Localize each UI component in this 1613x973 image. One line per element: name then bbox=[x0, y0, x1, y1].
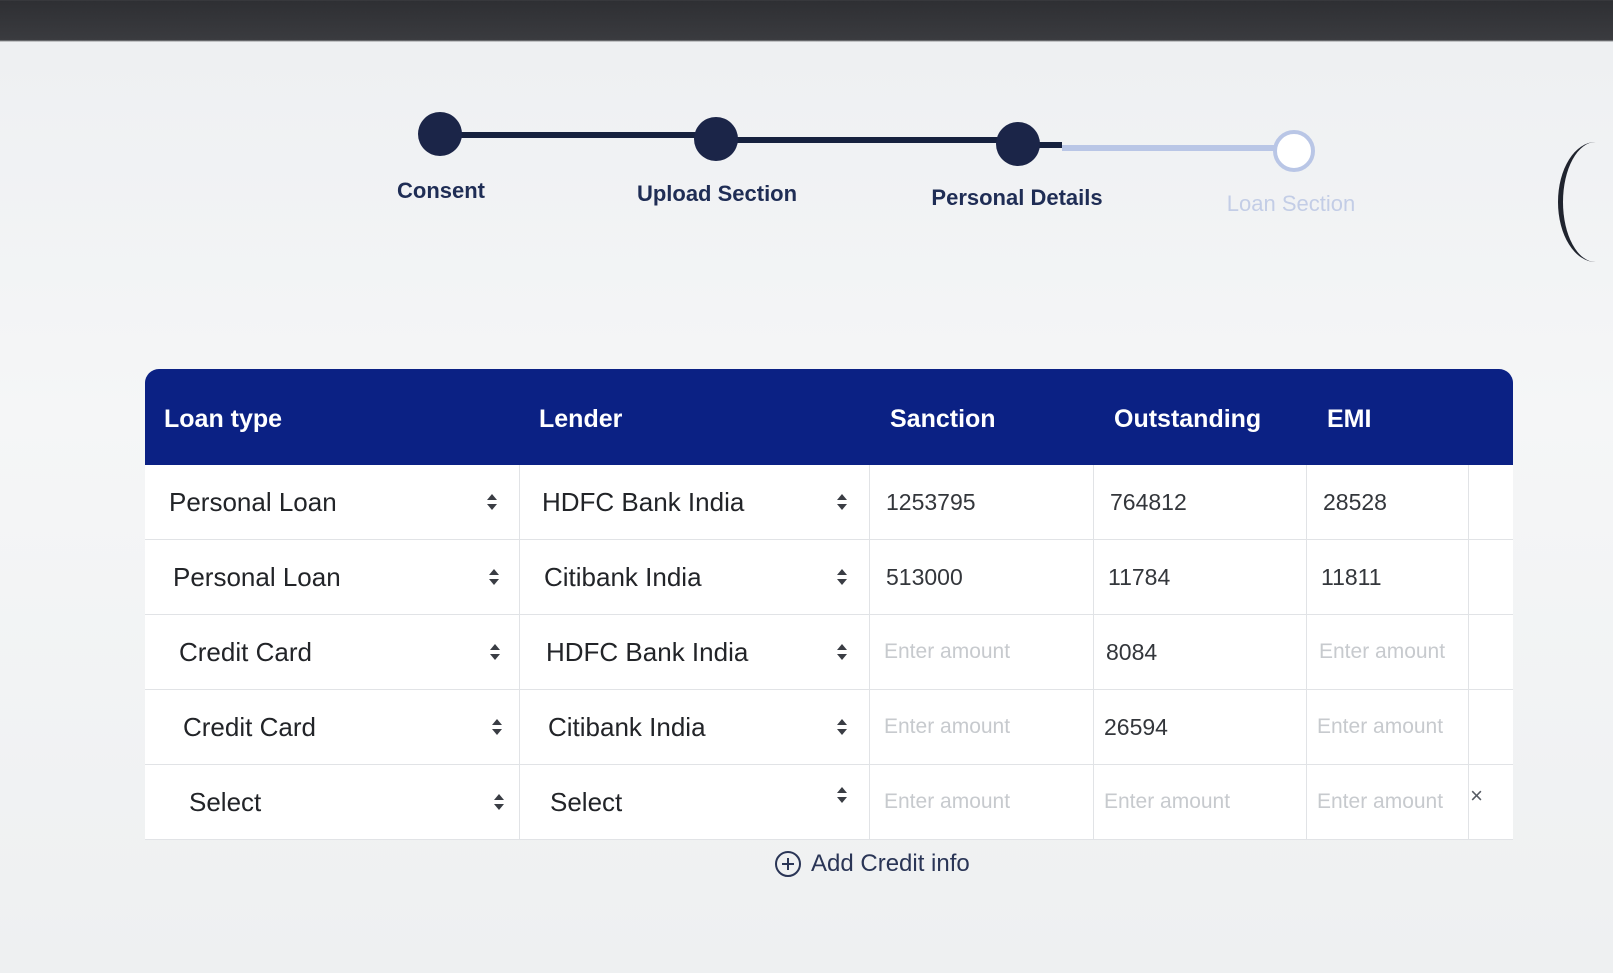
outstanding-input[interactable]: 26594 bbox=[1094, 690, 1307, 764]
app-screen: Consent Upload Section Personal Details … bbox=[0, 42, 1613, 973]
sanction-value: 1253795 bbox=[886, 488, 976, 515]
credit-table: Loan type Lender Sanction Outstanding EM… bbox=[145, 369, 1513, 840]
sanction-placeholder: Enter amount bbox=[884, 640, 1011, 663]
table-row: Credit Card Citibank India Enter amount … bbox=[145, 690, 1513, 765]
step-connector bbox=[716, 137, 1018, 143]
sort-arrows-icon bbox=[490, 644, 500, 660]
sanction-input[interactable]: 513000 bbox=[870, 540, 1094, 614]
emi-value: 28528 bbox=[1323, 488, 1387, 515]
progress-stepper: Consent Upload Section Personal Details … bbox=[0, 42, 1613, 282]
sanction-value: 513000 bbox=[886, 563, 963, 590]
lender-value: Select bbox=[550, 786, 623, 817]
step-label-upload-section[interactable]: Upload Section bbox=[637, 181, 797, 207]
header-sanction: Sanction bbox=[890, 405, 996, 433]
emi-input[interactable]: Enter amount bbox=[1307, 615, 1469, 689]
table-body: Personal Loan HDFC Bank India 1253795 76… bbox=[145, 465, 1513, 840]
sort-arrows-icon bbox=[494, 794, 504, 810]
emi-input[interactable]: 28528 bbox=[1307, 465, 1469, 539]
header-outstanding: Outstanding bbox=[1114, 405, 1262, 433]
sort-arrows-icon bbox=[489, 569, 499, 585]
sort-arrows-icon bbox=[487, 494, 497, 510]
lender-select[interactable]: Citibank India bbox=[520, 540, 870, 614]
outstanding-value: 26594 bbox=[1104, 713, 1168, 740]
table-header: Loan type Lender Sanction Outstanding EM… bbox=[145, 369, 1513, 465]
sanction-input[interactable]: Enter amount bbox=[870, 615, 1094, 689]
sanction-input[interactable]: 1253795 bbox=[870, 465, 1094, 539]
step-label-consent[interactable]: Consent bbox=[397, 178, 485, 204]
loan-type-value: Credit Card bbox=[183, 711, 316, 742]
outstanding-value: 11784 bbox=[1108, 563, 1171, 590]
sort-arrows-icon bbox=[837, 569, 847, 585]
sort-arrows-icon bbox=[837, 787, 847, 803]
lender-value: HDFC Bank India bbox=[546, 636, 749, 667]
lender-select[interactable]: Citibank India bbox=[520, 690, 870, 764]
step-dot-loan-section[interactable] bbox=[1273, 130, 1315, 172]
header-loan-type: Loan type bbox=[164, 405, 283, 433]
plus-circle-icon bbox=[775, 851, 801, 877]
loan-type-value: Personal Loan bbox=[173, 561, 341, 592]
loan-type-value: Select bbox=[189, 786, 262, 817]
step-label-loan-section[interactable]: Loan Section bbox=[1227, 191, 1355, 217]
edge-circle-widget bbox=[1558, 142, 1613, 262]
outstanding-placeholder: Enter amount bbox=[1104, 790, 1231, 813]
add-credit-info-button[interactable]: Add Credit info bbox=[775, 850, 970, 878]
sanction-input[interactable]: Enter amount bbox=[870, 690, 1094, 764]
step-label-personal-details[interactable]: Personal Details bbox=[931, 185, 1102, 211]
emi-input[interactable]: 11811 bbox=[1307, 540, 1469, 614]
step-dot-upload-section[interactable] bbox=[694, 117, 738, 161]
emi-input[interactable]: Enter amount bbox=[1307, 690, 1469, 764]
loan-type-select[interactable]: Credit Card bbox=[145, 690, 520, 764]
step-connector-pending bbox=[1062, 145, 1292, 151]
table-row: Credit Card HDFC Bank India Enter amount… bbox=[145, 615, 1513, 690]
header-emi: EMI bbox=[1327, 405, 1372, 433]
table-row: Personal Loan Citibank India 513000 1178… bbox=[145, 540, 1513, 615]
lender-value: HDFC Bank India bbox=[542, 486, 745, 517]
emi-placeholder: Enter amount bbox=[1317, 715, 1444, 738]
outstanding-value: 8084 bbox=[1106, 638, 1158, 665]
step-connector bbox=[440, 132, 715, 138]
outstanding-input[interactable]: 8084 bbox=[1094, 615, 1307, 689]
loan-type-select[interactable]: Personal Loan bbox=[145, 465, 520, 539]
header-lender: Lender bbox=[539, 405, 623, 433]
sort-arrows-icon bbox=[492, 719, 502, 735]
lender-value: Citibank India bbox=[544, 561, 702, 592]
emi-value: 11811 bbox=[1321, 563, 1382, 590]
sort-arrows-icon bbox=[837, 644, 847, 660]
step-dot-consent[interactable] bbox=[418, 112, 462, 156]
outstanding-input[interactable]: 764812 bbox=[1094, 465, 1307, 539]
step-dot-personal-details[interactable] bbox=[996, 122, 1040, 166]
sanction-placeholder: Enter amount bbox=[884, 790, 1011, 813]
remove-row-icon[interactable]: × bbox=[1470, 783, 1483, 809]
loan-type-select[interactable]: Credit Card bbox=[145, 615, 520, 689]
table-row: Select Select Enter amount Enter amount … bbox=[145, 765, 1513, 840]
sort-arrows-icon bbox=[837, 719, 847, 735]
lender-value: Citibank India bbox=[548, 711, 706, 742]
emi-placeholder: Enter amount bbox=[1319, 640, 1446, 663]
loan-type-select[interactable]: Select bbox=[145, 765, 520, 839]
loan-type-select[interactable]: Personal Loan bbox=[145, 540, 520, 614]
outstanding-input[interactable]: 11784 bbox=[1094, 540, 1307, 614]
sort-arrows-icon bbox=[837, 494, 847, 510]
sanction-placeholder: Enter amount bbox=[884, 715, 1011, 738]
add-credit-info-label: Add Credit info bbox=[811, 850, 970, 877]
table-row: Personal Loan HDFC Bank India 1253795 76… bbox=[145, 465, 1513, 540]
lender-select[interactable]: Select bbox=[520, 765, 870, 839]
emi-placeholder: Enter amount bbox=[1317, 790, 1444, 813]
loan-type-value: Credit Card bbox=[179, 636, 312, 667]
loan-type-value: Personal Loan bbox=[169, 486, 337, 517]
outstanding-input[interactable]: Enter amount bbox=[1094, 765, 1307, 839]
emi-input[interactable]: Enter amount bbox=[1307, 765, 1469, 839]
sanction-input[interactable]: Enter amount bbox=[870, 765, 1094, 839]
outstanding-value: 764812 bbox=[1110, 488, 1187, 515]
lender-select[interactable]: HDFC Bank India bbox=[520, 615, 870, 689]
lender-select[interactable]: HDFC Bank India bbox=[520, 465, 870, 539]
